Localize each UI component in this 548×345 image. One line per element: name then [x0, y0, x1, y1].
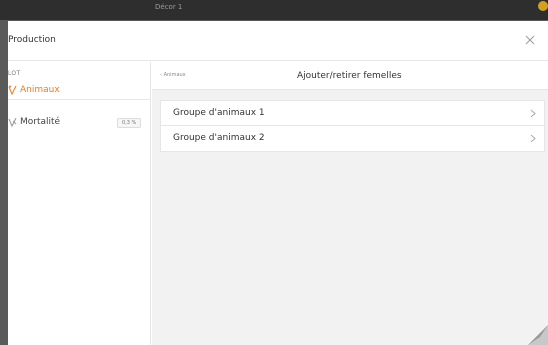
sidebar-item-animaux[interactable]: Animaux: [8, 82, 151, 100]
production-modal: Production LOT Animaux Mortalité 0,3 % ‹…: [8, 21, 548, 345]
back-link-label: Animaux: [163, 72, 186, 78]
animals-icon: [8, 85, 17, 96]
close-icon[interactable]: [523, 33, 537, 47]
sidebar-section-label: LOT: [8, 70, 21, 77]
list-item[interactable]: Groupe d'animaux 1: [161, 101, 544, 126]
list-item-label: Groupe d'animaux 1: [173, 108, 265, 118]
mortality-icon: [8, 117, 17, 128]
modal-title: Production: [8, 35, 56, 45]
sidebar-item-label: Animaux: [20, 85, 60, 95]
chevron-right-icon: [530, 109, 536, 118]
app-top-bar: Décor 1: [0, 0, 548, 20]
list-item-label: Groupe d'animaux 2: [173, 133, 265, 143]
sidebar: LOT Animaux Mortalité 0,3 %: [8, 62, 151, 345]
back-link[interactable]: ‹ Animaux: [160, 72, 186, 78]
main-panel: ‹ Animaux Ajouter/retirer femelles Group…: [152, 62, 548, 345]
user-avatar-icon[interactable]: [538, 1, 548, 11]
page-title: Ajouter/retirer femelles: [297, 71, 402, 81]
main-header: ‹ Animaux Ajouter/retirer femelles: [152, 62, 548, 90]
sidebar-item-label: Mortalité: [20, 117, 61, 127]
animal-group-list: Groupe d'animaux 1 Groupe d'animaux 2: [160, 100, 545, 152]
mortality-rate-badge: 0,3 %: [117, 118, 142, 128]
chevron-right-icon: [530, 134, 536, 143]
list-item[interactable]: Groupe d'animaux 2: [161, 126, 544, 151]
app-top-bar-title: Décor 1: [155, 3, 183, 11]
page-curl-icon: [528, 325, 548, 345]
sidebar-item-mortalite[interactable]: Mortalité 0,3 %: [8, 114, 151, 132]
modal-header: Production: [8, 21, 548, 61]
